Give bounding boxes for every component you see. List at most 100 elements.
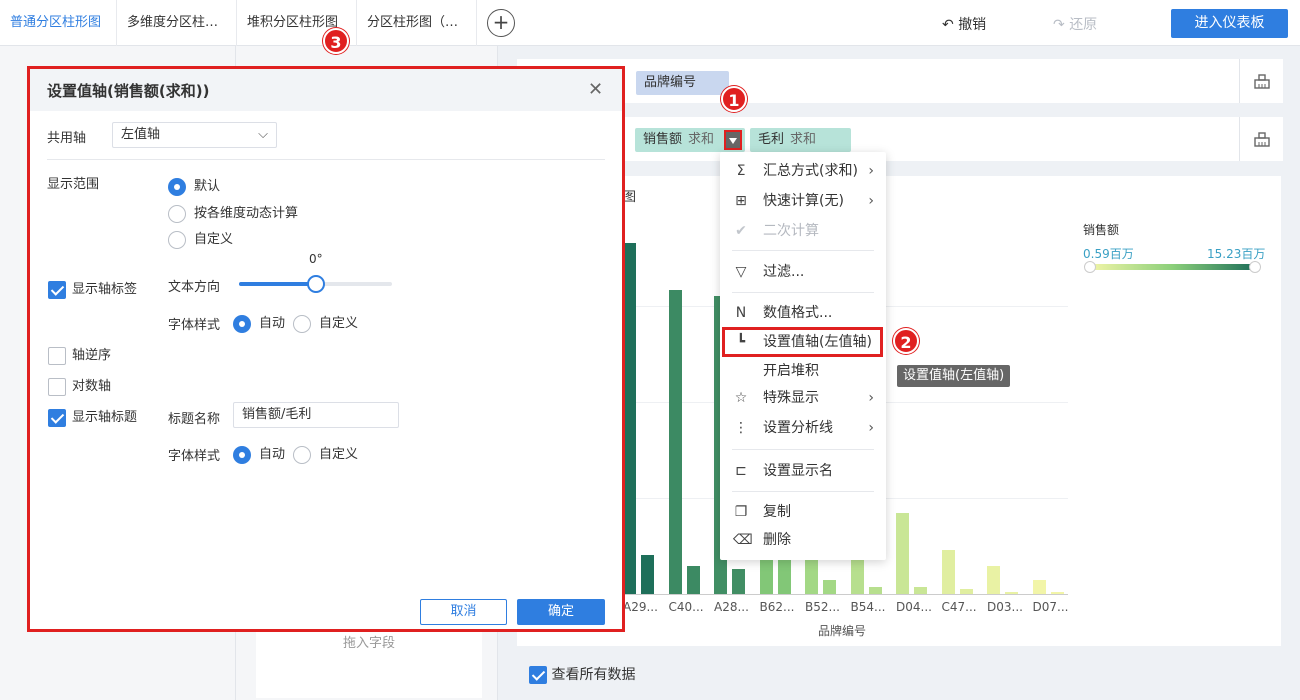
view-all-data-checkbox[interactable]: 查看所有数据 bbox=[529, 664, 635, 684]
menu-item-analysis-line[interactable]: ⋮ 设置分析线 › bbox=[720, 415, 886, 441]
title-name-input[interactable]: 销售额/毛利 bbox=[233, 402, 399, 428]
star-icon: ☆ bbox=[734, 390, 748, 406]
menu-item-label: 汇总方式(求和) bbox=[763, 163, 858, 179]
redo-button[interactable]: ↷ 还原 bbox=[1053, 14, 1097, 34]
x-tick-label: B52... bbox=[805, 600, 840, 614]
chevron-down-icon: ⌵ bbox=[258, 127, 268, 142]
radio-unselected-icon bbox=[293, 314, 311, 333]
range-label: 显示范围 bbox=[47, 177, 100, 192]
sales-pill-name: 销售额 bbox=[643, 132, 683, 147]
add-tab-button[interactable]: + bbox=[487, 9, 515, 37]
title-font-style-custom[interactable]: 自定义 bbox=[293, 443, 358, 464]
x-tick-label: C47... bbox=[941, 600, 977, 614]
legend-max-handle[interactable] bbox=[1249, 261, 1261, 273]
measure-row-clear[interactable] bbox=[1239, 117, 1283, 161]
menu-item-quick-calc[interactable]: ⊞ 快速计算(无) › bbox=[720, 188, 886, 214]
font-style-label: 字体样式 bbox=[168, 318, 221, 333]
top-bar: 普通分区柱形图 多维度分区柱… 堆积分区柱形图 分区柱形图（… + ↶ 撤销 ↷… bbox=[0, 0, 1300, 46]
range-option-custom[interactable]: 自定义 bbox=[168, 228, 233, 249]
bar-sales[interactable] bbox=[987, 566, 1000, 594]
clear-icon bbox=[1254, 74, 1270, 89]
checkbox-label: 显示轴标题 bbox=[72, 410, 138, 425]
dimension-pill-brand[interactable]: 品牌编号 bbox=[636, 71, 729, 95]
measure-pill-profit[interactable]: 毛利 求和 bbox=[750, 128, 851, 152]
menu-item-delete[interactable]: ⌫ 删除 bbox=[720, 527, 886, 553]
menu-item-secondary-calc: ✔ 二次计算 bbox=[720, 218, 886, 244]
legend-gradient-bar bbox=[1090, 264, 1255, 270]
dimension-row-clear[interactable] bbox=[1239, 59, 1283, 103]
enter-dashboard-button[interactable]: 进入仪表板 bbox=[1171, 9, 1288, 38]
shared-axis-label: 共用轴 bbox=[47, 131, 87, 146]
title-font-style-auto[interactable]: 自动 bbox=[233, 443, 285, 464]
menu-item-label: 设置显示名 bbox=[763, 463, 833, 479]
legend-min-handle[interactable] bbox=[1084, 261, 1096, 273]
dialog-divider bbox=[47, 159, 605, 160]
bar-profit[interactable] bbox=[777, 559, 791, 594]
step-marker-1: 1 bbox=[721, 86, 747, 112]
radio-label: 默认 bbox=[194, 179, 221, 194]
number-format-icon: N bbox=[735, 305, 747, 321]
menu-item-copy[interactable]: ❐ 复制 bbox=[720, 499, 886, 525]
radio-label: 自定义 bbox=[319, 447, 359, 462]
radio-unselected-icon bbox=[168, 230, 186, 249]
chevron-right-icon: › bbox=[868, 163, 874, 179]
close-icon[interactable]: ✕ bbox=[588, 79, 603, 100]
menu-item-aggregation[interactable]: Σ 汇总方式(求和) › bbox=[720, 158, 886, 184]
bar-sales[interactable] bbox=[941, 550, 955, 594]
checkbox-label: 轴逆序 bbox=[72, 348, 112, 363]
range-option-default[interactable]: 默认 bbox=[168, 175, 220, 196]
copy-icon: ❐ bbox=[734, 504, 748, 520]
text-direction-slider-thumb[interactable] bbox=[306, 275, 325, 293]
undo-button[interactable]: ↶ 撤销 bbox=[942, 14, 986, 34]
show-axis-title-checkbox[interactable]: 显示轴标题 bbox=[48, 406, 137, 427]
menu-divider bbox=[732, 250, 874, 251]
menu-item-filter[interactable]: ▽ 过滤... bbox=[720, 259, 886, 285]
bar-sales[interactable] bbox=[1032, 580, 1046, 594]
rename-icon: ⊏ bbox=[735, 463, 747, 479]
font-style-custom[interactable]: 自定义 bbox=[293, 312, 358, 333]
tab-partition-bar[interactable]: 分区柱形图（… bbox=[357, 0, 477, 46]
radio-unselected-icon bbox=[168, 204, 186, 223]
text-direction-label: 文本方向 bbox=[168, 280, 221, 295]
log-axis-checkbox[interactable]: 对数轴 bbox=[48, 375, 111, 396]
bar-profit[interactable] bbox=[914, 587, 927, 594]
range-option-dynamic[interactable]: 按各维度动态计算 bbox=[168, 202, 298, 223]
check-icon: ✔ bbox=[735, 223, 747, 239]
checkbox-unchecked-icon bbox=[48, 377, 66, 396]
bar-profit[interactable] bbox=[732, 568, 745, 594]
menu-item-enable-stack[interactable]: 开启堆积 bbox=[720, 358, 886, 384]
bar-profit[interactable] bbox=[641, 554, 654, 594]
bar-sales[interactable] bbox=[896, 513, 909, 594]
view-all-data-label: 查看所有数据 bbox=[551, 667, 636, 683]
bar-sales[interactable] bbox=[668, 289, 682, 594]
reverse-axis-checkbox[interactable]: 轴逆序 bbox=[48, 344, 111, 365]
analysis-line-icon: ⋮ bbox=[734, 420, 748, 436]
x-axis-line bbox=[623, 594, 1068, 595]
shared-axis-value: 左值轴 bbox=[121, 127, 161, 142]
profit-pill-agg: 求和 bbox=[790, 132, 817, 147]
menu-item-label: 复制 bbox=[763, 504, 791, 520]
sales-pill-dropdown-icon[interactable] bbox=[724, 130, 742, 150]
ok-button[interactable]: 确定 bbox=[517, 599, 605, 625]
menu-item-number-format[interactable]: N 数值格式... bbox=[720, 300, 886, 326]
bar-profit[interactable] bbox=[868, 587, 882, 594]
cancel-button[interactable]: 取消 bbox=[420, 599, 507, 625]
menu-item-label: 过滤... bbox=[763, 264, 805, 280]
bar-profit[interactable] bbox=[823, 580, 836, 594]
radio-selected-icon bbox=[233, 445, 251, 464]
radio-label: 自定义 bbox=[319, 316, 359, 331]
shared-axis-select[interactable]: 左值轴 ⌵ bbox=[112, 122, 277, 148]
show-axis-labels-checkbox[interactable]: 显示轴标签 bbox=[48, 278, 137, 299]
x-tick-label: B54... bbox=[850, 600, 886, 614]
menu-item-display-name[interactable]: ⊏ 设置显示名 bbox=[720, 458, 886, 484]
chevron-right-icon: › bbox=[868, 420, 874, 436]
menu-item-special-display[interactable]: ☆ 特殊显示 › bbox=[720, 385, 886, 411]
radio-selected-icon bbox=[168, 177, 186, 196]
font-style-auto[interactable]: 自动 bbox=[233, 312, 285, 333]
radio-label: 自动 bbox=[259, 447, 286, 462]
tab-multi-dim-partition-bar[interactable]: 多维度分区柱… bbox=[117, 0, 237, 46]
tab-normal-partition-bar[interactable]: 普通分区柱形图 bbox=[0, 0, 117, 46]
bar-profit[interactable] bbox=[686, 566, 700, 594]
menu-item-label: 快速计算(无) bbox=[763, 193, 844, 209]
text-direction-slider-fill bbox=[239, 282, 316, 286]
